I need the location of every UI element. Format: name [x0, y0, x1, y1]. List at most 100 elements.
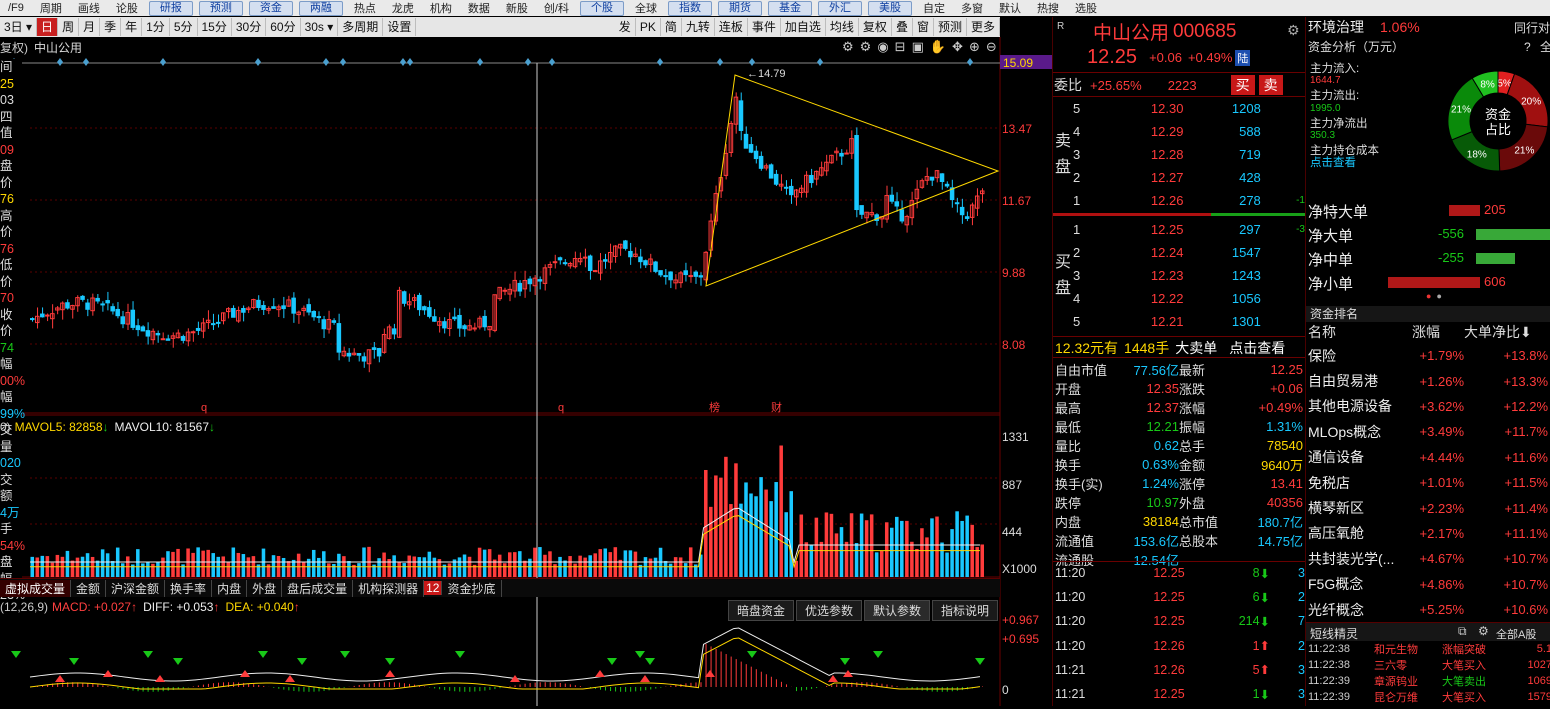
nav-item[interactable]: 机构 — [422, 0, 460, 16]
gear-icon[interactable]: ⚙ — [860, 39, 872, 55]
indicator-tab[interactable]: 盘后成交量 — [282, 579, 354, 597]
rank-col-name[interactable]: 名称 — [1308, 322, 1336, 342]
toolbar-tool[interactable]: 发 — [615, 18, 636, 36]
period-button[interactable]: 周 — [58, 18, 80, 36]
nav-item[interactable]: 创/科 — [536, 0, 577, 16]
rank-row[interactable]: 通信设备 +4.44% +11.6% — [1308, 445, 1548, 470]
nav-item[interactable]: 默认 — [991, 0, 1029, 16]
indicator-tab[interactable]: 资金抄底 — [442, 579, 502, 597]
toolbar-button[interactable]: 设置 — [383, 18, 417, 36]
toolbar-tool[interactable]: 均线 — [826, 18, 859, 36]
move-icon[interactable]: ✥ — [952, 39, 963, 55]
orderbook-row[interactable]: 1 12.26 278 -1 — [1073, 189, 1305, 212]
toolbar-tool[interactable]: 连板 — [715, 18, 748, 36]
sell-button[interactable]: 卖 — [1258, 75, 1283, 95]
indicator-tab[interactable]: 换手率 — [165, 579, 213, 597]
orderbook-row[interactable]: 3 12.23 1243 — [1073, 264, 1305, 287]
rank-row[interactable]: 保险 +1.79% +13.8% — [1308, 343, 1548, 368]
nav-item[interactable]: 美股 — [867, 0, 912, 16]
toolbar-button[interactable]: 多周期 — [338, 18, 384, 36]
nav-item[interactable]: 论股 — [108, 0, 146, 16]
toolbar-tool[interactable]: 事件 — [748, 18, 781, 36]
nav-item[interactable]: 外汇 — [817, 0, 862, 16]
nav-item[interactable]: 龙虎 — [384, 0, 422, 16]
nav-item[interactable]: 两融 — [298, 0, 343, 16]
indicator-tab[interactable]: 机构探测器 — [353, 579, 425, 597]
indicator-tab[interactable]: 金额 — [71, 579, 107, 597]
indicator-tab[interactable]: 内盘 — [212, 579, 248, 597]
nav-item[interactable]: 个股 — [579, 0, 624, 16]
orderbook-row[interactable]: 1 12.25 297 -3 — [1073, 218, 1305, 241]
nav-item[interactable]: 指数 — [667, 0, 712, 16]
orderbook-row[interactable]: 5 12.30 1208 — [1073, 97, 1305, 120]
eye-icon[interactable]: ◉ — [877, 39, 888, 55]
orderbook-row[interactable]: 2 12.27 428 — [1073, 166, 1305, 189]
page-dots[interactable]: ● ● — [1426, 291, 1442, 301]
nav-item[interactable]: 新股 — [498, 0, 536, 16]
toolbar-tool[interactable]: 预测 — [934, 18, 967, 36]
fund-all-link[interactable]: 全 — [1540, 38, 1550, 55]
lock-icon[interactable]: ⊟ — [895, 39, 906, 55]
camera-icon[interactable]: ▣ — [912, 39, 924, 55]
rank-row[interactable]: 其他电源设备 +3.62% +12.2% — [1308, 394, 1548, 419]
period-button[interactable]: 月 — [79, 18, 101, 36]
short-row[interactable]: 11:22:39 昆仑万维 大笔买入 1579 — [1308, 689, 1550, 705]
period-button[interactable]: 15分 — [198, 18, 232, 36]
toolbar-tool[interactable]: 更多 — [967, 18, 1000, 36]
nav-item[interactable]: 预测 — [198, 0, 243, 16]
orderbook-row[interactable]: 4 12.29 588 — [1073, 120, 1305, 143]
toolbar-tool[interactable]: PK — [636, 18, 661, 36]
rank-col-pct[interactable]: 涨幅 — [1412, 322, 1440, 342]
settings-icon[interactable]: ⚙ — [842, 39, 854, 55]
period-button[interactable]: 5分 — [170, 18, 198, 36]
buy-button[interactable]: 买 — [1230, 75, 1255, 95]
rank-row[interactable]: 共封装光学(... +4.67% +10.7% — [1308, 546, 1548, 571]
nav-item[interactable]: 周期 — [32, 0, 70, 16]
rank-col-ratio-wrap[interactable]: 大单净比⬇ — [1464, 322, 1532, 342]
nav-item[interactable]: 热搜 — [1029, 0, 1067, 16]
rank-row[interactable]: 自由贸易港 +1.26% +13.3% — [1308, 368, 1548, 393]
toolbar-tool[interactable]: 窗 — [913, 18, 934, 36]
indicator-tab[interactable]: 外盘 — [247, 579, 283, 597]
rank-row[interactable]: 光纤概念 +5.25% +10.6% — [1308, 597, 1548, 622]
orderbook-row[interactable]: 3 12.28 719 — [1073, 143, 1305, 166]
big-order-link[interactable]: 点击查看 — [1229, 338, 1285, 358]
indicator-tab[interactable]: 沪深金额 — [106, 579, 166, 597]
rank-row[interactable]: MLOps概念 +3.49% +11.7% — [1308, 419, 1548, 444]
toolbar-tool[interactable]: 叠 — [892, 18, 913, 36]
help-icon[interactable]: ? — [1524, 40, 1531, 54]
short-row[interactable]: 11:22:38 三六零 大笔买入 1027 — [1308, 657, 1550, 673]
gear-icon[interactable]: ⚙ — [1478, 624, 1489, 638]
macd-tab[interactable]: 优选参数 — [796, 600, 863, 621]
nav-item[interactable]: 选股 — [1067, 0, 1105, 16]
period-button[interactable]: 1分 — [142, 18, 170, 36]
period-button[interactable]: 60分 — [266, 18, 301, 36]
toolbar-tool[interactable]: 加自选 — [781, 18, 826, 36]
indicator-tab[interactable]: 12 — [424, 581, 443, 595]
nav-item[interactable]: 期货 — [717, 0, 762, 16]
cost-link[interactable]: 点击查看 — [1310, 157, 1379, 169]
settings-icon[interactable]: ⚙ — [1287, 22, 1300, 39]
nav-item[interactable]: 资金 — [248, 0, 293, 16]
zoom-in-icon[interactable]: ⊕ — [969, 39, 980, 55]
period-button[interactable]: 30分 — [232, 18, 267, 36]
macd-tab[interactable]: 指标说明 — [932, 600, 999, 621]
period-button[interactable]: 日 — [37, 18, 59, 36]
short-row[interactable]: 11:22:39 章源钨业 大笔卖出 1069 — [1308, 673, 1550, 689]
indicator-tab[interactable]: 虚拟成交量 — [0, 579, 72, 597]
sector-peer-link[interactable]: 同行对 — [1514, 19, 1550, 36]
nav-item[interactable]: 热点 — [346, 0, 384, 16]
rank-row[interactable]: 横琴新区 +2.23% +11.4% — [1308, 495, 1548, 520]
nav-item[interactable]: 多窗 — [953, 0, 991, 16]
toolbar-tool[interactable]: 九转 — [682, 18, 715, 36]
zoom-out-icon[interactable]: ⊖ — [986, 39, 997, 55]
rank-row[interactable]: 免税店 +1.01% +11.5% — [1308, 470, 1548, 495]
nav-item[interactable]: /F9 — [0, 2, 32, 14]
period-button[interactable]: 年 — [121, 18, 143, 36]
rank-row[interactable]: F5G概念 +4.86% +10.7% — [1308, 572, 1548, 597]
period-select[interactable]: 3日 ▾ — [0, 18, 38, 36]
macd-tab[interactable]: 默认参数 — [864, 600, 931, 621]
macd-tab[interactable]: 暗盘资金 — [728, 600, 795, 621]
nav-item[interactable]: 全球 — [627, 0, 665, 16]
orderbook-row[interactable]: 2 12.24 1547 — [1073, 241, 1305, 264]
